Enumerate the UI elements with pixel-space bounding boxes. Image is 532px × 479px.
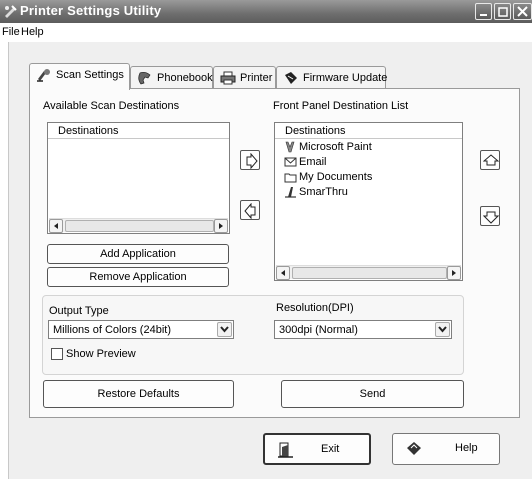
chevron-down-icon bbox=[438, 326, 447, 333]
chevron-left-icon bbox=[281, 270, 285, 276]
firmware-icon bbox=[285, 72, 297, 84]
menu-bar: File Help bbox=[0, 23, 532, 42]
output-type-select[interactable]: Millions of Colors (24bit) bbox=[48, 320, 234, 339]
scroll-thumb[interactable] bbox=[65, 220, 214, 232]
output-type-value: Millions of Colors (24bit) bbox=[53, 324, 171, 336]
move-down-button[interactable] bbox=[480, 206, 500, 226]
tab-printer[interactable]: Printer bbox=[213, 66, 276, 89]
list-item-label: Microsoft Paint bbox=[299, 141, 372, 153]
list-item[interactable]: Email bbox=[284, 156, 327, 170]
title-bar: Printer Settings Utility bbox=[0, 0, 532, 23]
list-item-label: SmarThru bbox=[299, 186, 348, 198]
available-destinations-label: Available Scan Destinations bbox=[43, 100, 180, 112]
chevron-down-icon bbox=[220, 326, 229, 333]
send-button[interactable]: Send bbox=[281, 380, 464, 408]
list-item[interactable]: Microsoft Paint bbox=[284, 141, 372, 155]
move-left-button[interactable] bbox=[240, 200, 260, 220]
show-preview-checkbox[interactable] bbox=[51, 348, 63, 360]
arrow-right-icon bbox=[246, 153, 258, 169]
tab-label: Printer bbox=[240, 72, 273, 84]
tab-phonebook[interactable]: Phonebook bbox=[130, 66, 213, 89]
tab-firmware-update[interactable]: Firmware Update bbox=[276, 66, 388, 89]
minimize-icon bbox=[480, 14, 487, 16]
printer-icon bbox=[220, 71, 236, 85]
email-icon bbox=[284, 157, 297, 167]
chevron-left-icon bbox=[54, 223, 58, 229]
show-preview-label: Show Preview bbox=[66, 348, 136, 360]
tab-label: Scan Settings bbox=[56, 69, 124, 81]
tab-label: Firmware Update bbox=[303, 72, 388, 84]
chevron-right-icon bbox=[452, 270, 456, 276]
list-header: Destinations bbox=[275, 123, 462, 139]
scroll-left-button[interactable] bbox=[49, 219, 63, 233]
close-icon bbox=[517, 6, 528, 17]
scanner-icon bbox=[37, 69, 50, 82]
remove-application-button[interactable]: Remove Application bbox=[47, 267, 229, 287]
chevron-right-icon bbox=[219, 223, 223, 229]
output-type-label: Output Type bbox=[49, 305, 109, 317]
app-icon bbox=[5, 5, 17, 18]
resolution-value: 300dpi (Normal) bbox=[279, 324, 358, 336]
exit-label: Exit bbox=[321, 443, 340, 455]
menu-file[interactable]: File bbox=[2, 26, 20, 38]
arrow-down-icon bbox=[483, 211, 499, 224]
maximize-button[interactable] bbox=[494, 3, 511, 20]
restore-defaults-button[interactable]: Restore Defaults bbox=[43, 380, 234, 408]
tab-label: Phonebook bbox=[157, 72, 213, 84]
list-item-label: My Documents bbox=[299, 171, 373, 183]
horizontal-scrollbar[interactable] bbox=[49, 218, 228, 233]
maximize-icon bbox=[498, 7, 508, 17]
available-destinations-list[interactable]: Destinations bbox=[47, 122, 230, 234]
dropdown-button[interactable] bbox=[435, 322, 450, 337]
add-application-button[interactable]: Add Application bbox=[47, 244, 229, 264]
list-item[interactable]: SmarThru bbox=[284, 186, 348, 200]
front-panel-label: Front Panel Destination List bbox=[273, 100, 409, 112]
scroll-right-button[interactable] bbox=[447, 266, 461, 280]
scroll-left-button[interactable] bbox=[276, 266, 290, 280]
tab-scan-settings[interactable]: Scan Settings bbox=[29, 63, 130, 90]
resolution-label: Resolution(DPI) bbox=[276, 302, 354, 314]
list-item-label: Email bbox=[299, 156, 327, 168]
help-book-icon bbox=[407, 442, 421, 455]
smarthru-icon bbox=[285, 187, 296, 198]
arrow-up-icon bbox=[483, 154, 499, 166]
move-right-button[interactable] bbox=[240, 150, 260, 170]
list-header: Destinations bbox=[48, 123, 229, 139]
minimize-button[interactable] bbox=[475, 3, 492, 20]
phonebook-icon bbox=[138, 71, 151, 85]
scroll-right-button[interactable] bbox=[214, 219, 228, 233]
list-item[interactable]: My Documents bbox=[284, 171, 372, 185]
resolution-select[interactable]: 300dpi (Normal) bbox=[274, 320, 452, 339]
close-button[interactable] bbox=[513, 3, 532, 20]
help-button[interactable]: Help bbox=[392, 433, 500, 465]
menu-help[interactable]: Help bbox=[21, 26, 44, 38]
front-panel-destination-list[interactable]: Destinations Microsoft Paint Email My Do… bbox=[274, 122, 463, 281]
dropdown-button[interactable] bbox=[217, 322, 232, 337]
exit-button[interactable]: Exit bbox=[263, 433, 371, 465]
horizontal-scrollbar[interactable] bbox=[276, 265, 461, 280]
window-title: Printer Settings Utility bbox=[20, 3, 162, 18]
scroll-thumb[interactable] bbox=[292, 267, 447, 279]
paint-icon bbox=[285, 141, 295, 153]
move-up-button[interactable] bbox=[480, 150, 500, 170]
exit-icon bbox=[278, 442, 293, 458]
help-label: Help bbox=[455, 442, 478, 454]
arrow-left-icon bbox=[244, 203, 256, 219]
folder-icon bbox=[284, 173, 297, 183]
